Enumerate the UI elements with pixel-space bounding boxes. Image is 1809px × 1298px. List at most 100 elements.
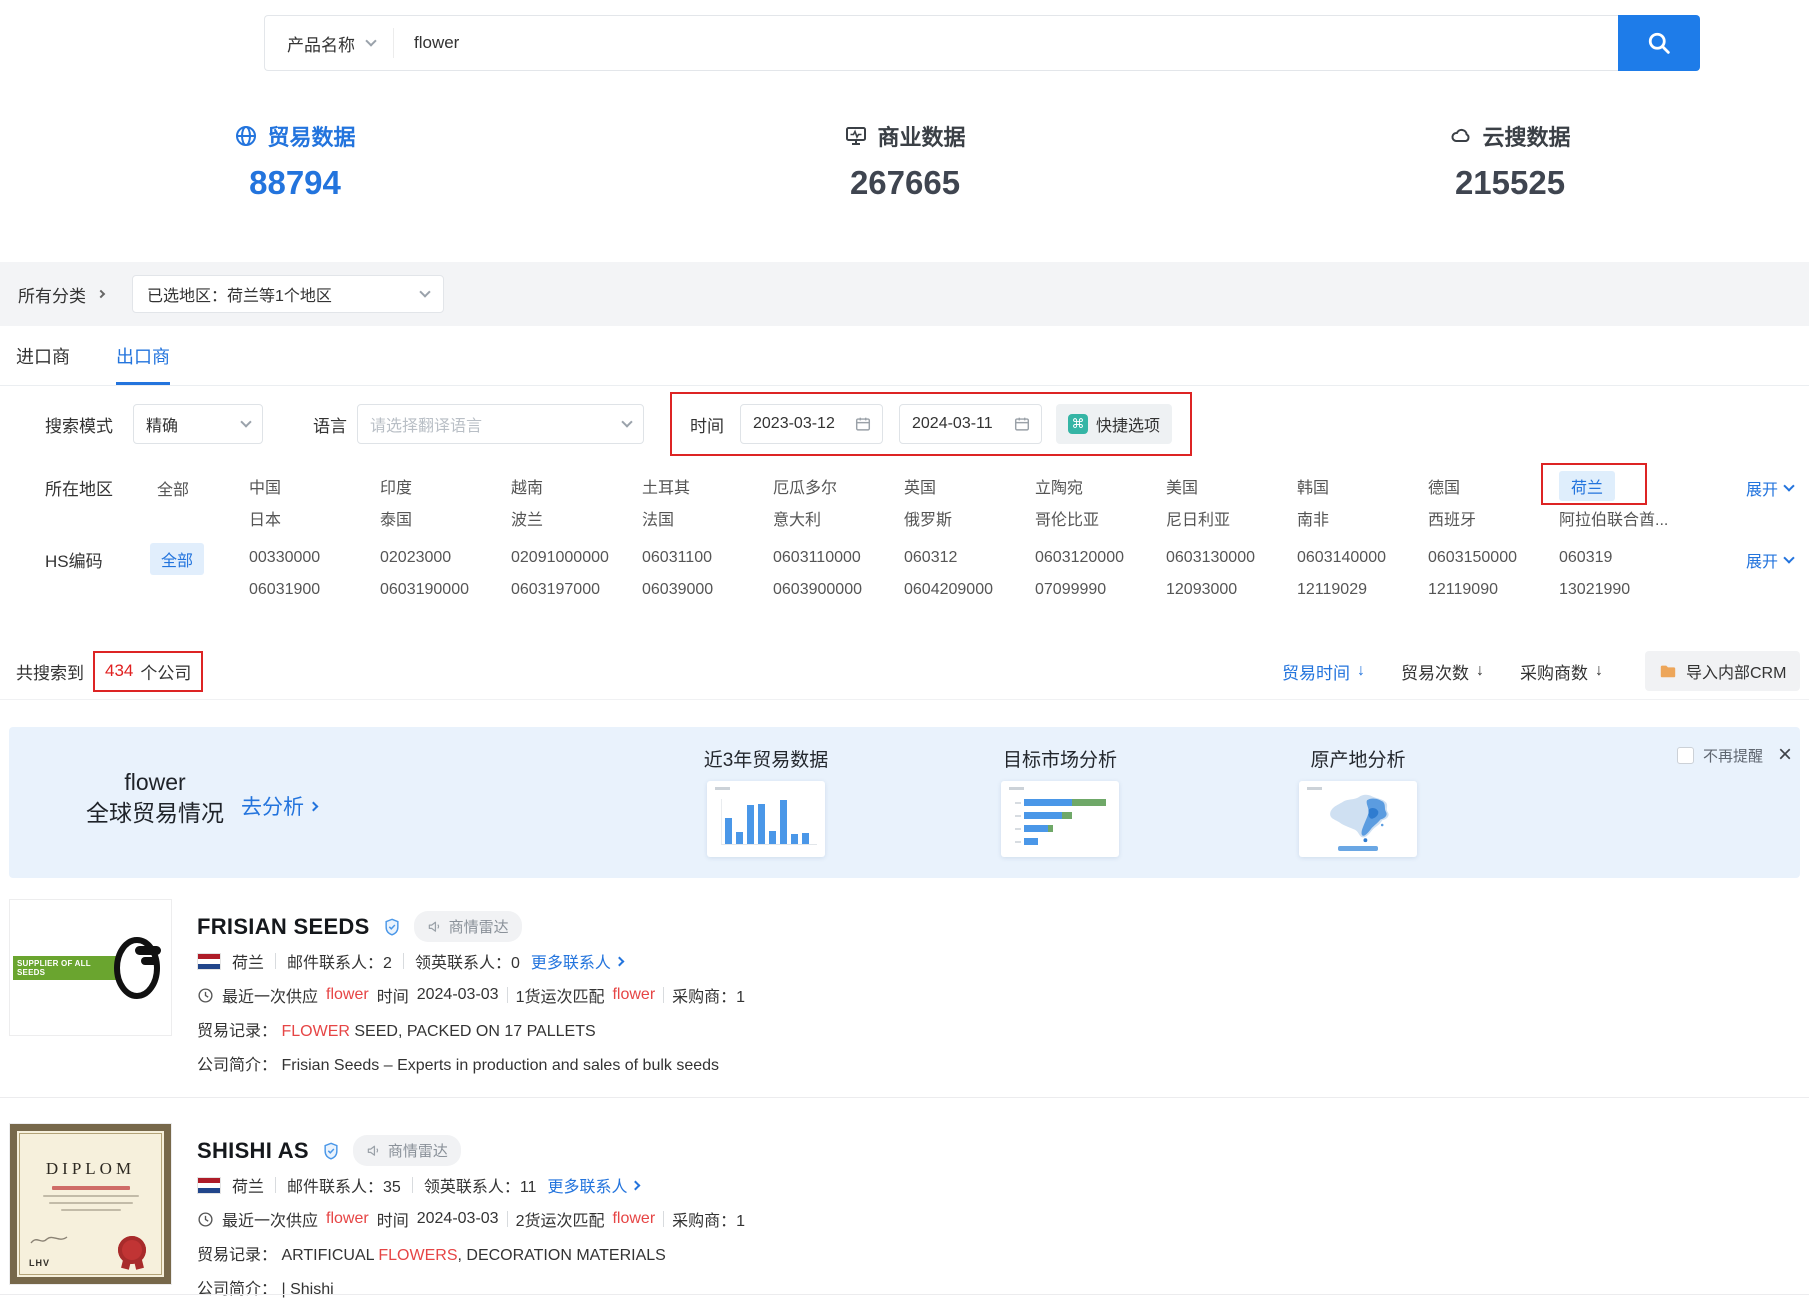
- region-option[interactable]: 韩国: [1297, 474, 1428, 498]
- import-crm-button[interactable]: 导入内部CRM: [1645, 651, 1800, 691]
- search-input[interactable]: [394, 16, 1618, 70]
- results-count-suffix: 个公司: [140, 659, 191, 684]
- hs-code-option[interactable]: 06031100: [642, 549, 773, 567]
- tab-exporter[interactable]: 出口商: [116, 326, 170, 385]
- keyword-highlight: flower: [612, 1210, 655, 1228]
- region-option[interactable]: 中国: [249, 474, 380, 498]
- hs-code-option[interactable]: 02091000000: [511, 549, 642, 567]
- date-to-field[interactable]: 2024-03-11: [899, 404, 1042, 444]
- region-option[interactable]: 立陶宛: [1035, 474, 1166, 498]
- company-name[interactable]: FRISIAN SEEDS: [197, 914, 370, 940]
- region-option[interactable]: 南非: [1297, 506, 1428, 530]
- language-select[interactable]: 请选择翻译语言: [357, 404, 644, 444]
- go-analyze-link[interactable]: 去分析: [241, 791, 317, 821]
- region-option-all[interactable]: 全部: [157, 476, 189, 500]
- close-icon[interactable]: ×: [1778, 743, 1792, 767]
- quick-options-button[interactable]: ⌘ 快捷选项: [1056, 404, 1172, 444]
- company-name[interactable]: SHISHI AS: [197, 1138, 309, 1164]
- region-option[interactable]: 俄罗斯: [904, 506, 1035, 530]
- hs-code-option[interactable]: 02023000: [380, 549, 511, 567]
- hs-code-option[interactable]: 060312: [904, 549, 1035, 567]
- hs-code-option[interactable]: 12119090: [1428, 581, 1559, 599]
- hs-code-option[interactable]: 0603900000: [773, 581, 904, 599]
- region-selection-dropdown[interactable]: 已选地区：荷兰等1个地区: [132, 275, 444, 313]
- hs-code-option[interactable]: 0603120000: [1035, 549, 1166, 567]
- hs-expand-button[interactable]: 展开: [1746, 548, 1793, 572]
- region-option[interactable]: 波兰: [511, 506, 642, 530]
- region-option[interactable]: 哥伦比亚: [1035, 506, 1166, 530]
- hs-code-option[interactable]: 0603190000: [380, 581, 511, 599]
- hs-code-option[interactable]: 07099990: [1035, 581, 1166, 599]
- hs-code-option[interactable]: 0603197000: [511, 581, 642, 599]
- more-contacts-link[interactable]: 更多联系人: [531, 949, 623, 973]
- search-bar: 产品名称: [264, 15, 1618, 71]
- region-option[interactable]: 越南: [511, 474, 642, 498]
- region-option[interactable]: 印度: [380, 474, 511, 498]
- calendar-icon: [1013, 415, 1031, 433]
- dont-remind-checkbox[interactable]: [1677, 747, 1694, 764]
- arrow-down-icon: ↓: [1595, 662, 1603, 680]
- buyer-count: 采购商：1: [672, 983, 745, 1007]
- region-option[interactable]: 意大利: [773, 506, 904, 530]
- hs-code-option[interactable]: 06039000: [642, 581, 773, 599]
- results-count-number: 434: [105, 661, 133, 681]
- stat-cloud-search-data[interactable]: 云搜数据 215525: [1350, 120, 1670, 202]
- business-radar-badge[interactable]: 商情雷达: [414, 911, 522, 942]
- chevron-down-icon: [621, 416, 632, 427]
- sort-trade-time[interactable]: 贸易时间 ↓: [1282, 659, 1365, 684]
- hs-code-option[interactable]: 12119029: [1297, 581, 1428, 599]
- sort-buyer-count[interactable]: 采购商数 ↓: [1520, 659, 1603, 684]
- hs-code-label: HS编码: [45, 547, 103, 572]
- hs-code-option[interactable]: 12093000: [1166, 581, 1297, 599]
- region-option[interactable]: 法国: [642, 506, 773, 530]
- chevron-down-icon: [240, 416, 251, 427]
- region-option[interactable]: 厄瓜多尔: [773, 474, 904, 498]
- stat-business-data[interactable]: 商业数据 267665: [745, 120, 1065, 202]
- tab-importer[interactable]: 进口商: [16, 326, 70, 385]
- hs-code-option[interactable]: 06031900: [249, 581, 380, 599]
- stat-value: 215525: [1350, 164, 1670, 202]
- stat-trade-data[interactable]: 贸易数据 88794: [135, 120, 455, 202]
- breadcrumb-all-categories[interactable]: 所有分类: [18, 262, 104, 326]
- more-contacts-link[interactable]: 更多联系人: [547, 1173, 639, 1197]
- region-expand-button[interactable]: 展开: [1746, 476, 1793, 500]
- trade-record-row: 贸易记录： FLOWER SEED, PACKED ON 17 PALLETS: [197, 1017, 596, 1041]
- search-type-select[interactable]: 产品名称: [265, 28, 394, 58]
- region-option[interactable]: 英国: [904, 474, 1035, 498]
- hs-code-option[interactable]: 13021990: [1559, 581, 1690, 599]
- supply-info-row: 最近一次供应 flower 时间 2024-03-03 1货运次匹配 flowe…: [197, 983, 745, 1007]
- region-option[interactable]: 泰国: [380, 506, 511, 530]
- region-option-selected[interactable]: 荷兰: [1559, 471, 1690, 501]
- region-option[interactable]: 西班牙: [1428, 506, 1559, 530]
- company-logo[interactable]: SUPPLIER OF ALL SEEDS: [9, 899, 172, 1036]
- hs-code-option[interactable]: 0603110000: [773, 549, 904, 567]
- region-selection-value: 已选地区：荷兰等1个地区: [147, 282, 332, 306]
- sort-trade-count[interactable]: 贸易次数 ↓: [1401, 659, 1484, 684]
- business-radar-badge[interactable]: 商情雷达: [353, 1135, 461, 1166]
- search-button[interactable]: [1618, 15, 1700, 71]
- hs-option-all-selected[interactable]: 全部: [150, 543, 204, 575]
- region-option[interactable]: 美国: [1166, 474, 1297, 498]
- language-placeholder: 请选择翻译语言: [370, 412, 482, 436]
- hs-code-option[interactable]: 060319: [1559, 549, 1690, 567]
- hs-code-option[interactable]: 0603140000: [1297, 549, 1428, 567]
- date-from-field[interactable]: 2023-03-12: [740, 404, 883, 444]
- shield-icon[interactable]: [322, 1141, 340, 1161]
- hs-code-option[interactable]: 0604209000: [904, 581, 1035, 599]
- search-mode-select[interactable]: 精确: [133, 404, 263, 444]
- dont-remind-label: 不再提醒: [1703, 745, 1763, 766]
- company-logo[interactable]: DIPLOM LHV: [9, 1123, 172, 1285]
- region-option[interactable]: 德国: [1428, 474, 1559, 498]
- divider: [403, 953, 404, 969]
- hs-code-option[interactable]: 0603130000: [1166, 549, 1297, 567]
- map-legend-bar: [1338, 846, 1378, 851]
- region-option[interactable]: 尼日利亚: [1166, 506, 1297, 530]
- shield-icon[interactable]: [383, 917, 401, 937]
- keyword-highlight: flower: [326, 986, 369, 1004]
- region-option[interactable]: 日本: [249, 506, 380, 530]
- region-option[interactable]: 阿拉伯联合酋...: [1559, 506, 1690, 530]
- hs-code-option[interactable]: 00330000: [249, 549, 380, 567]
- region-option[interactable]: 土耳其: [642, 474, 773, 498]
- hs-code-option[interactable]: 0603150000: [1428, 549, 1559, 567]
- mini-bar-chart: [721, 799, 817, 845]
